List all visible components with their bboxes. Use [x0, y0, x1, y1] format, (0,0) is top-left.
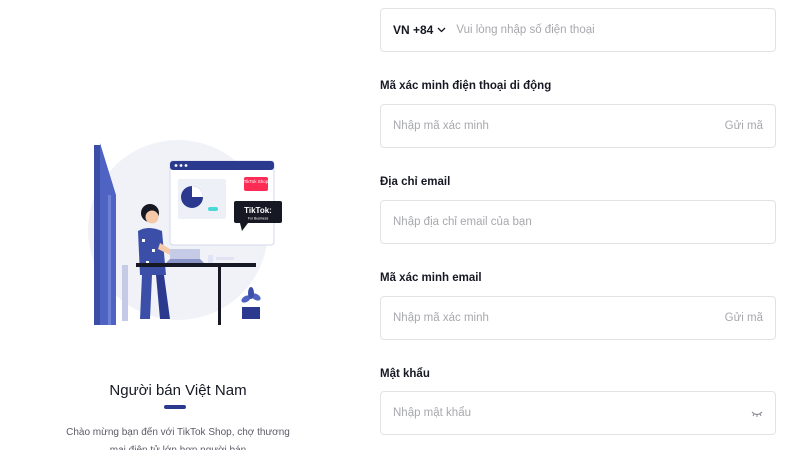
send-phone-code-button[interactable]: Gửi mã [725, 120, 763, 132]
seller-description: Chào mừng bạn đến với TikTok Shop, chợ t… [66, 427, 290, 450]
password-input[interactable]: Nhập mật khẩu [380, 391, 776, 435]
password-label: Mật khẩu [380, 368, 430, 380]
email-code-label: Mã xác minh email [380, 272, 482, 284]
phone-code-label: Mã xác minh điện thoại di động [380, 80, 552, 92]
tiktok-shop-badge: TikTok Shop [244, 177, 269, 191]
phone-input[interactable]: VN +84 Vui lòng nhập số điện thoại [380, 8, 776, 52]
email-input[interactable]: Nhập địa chỉ email của bạn [380, 200, 776, 244]
email-label: Địa chỉ email [380, 176, 451, 188]
email-code-input[interactable]: Nhập mã xác minh Gửi mã [380, 296, 776, 340]
seller-illustration: TikTok Shop TikTok: For Business [88, 140, 282, 325]
country-code-select[interactable]: VN +84 [393, 23, 433, 37]
phone-code-input[interactable]: Nhập mã xác minh Gửi mã [380, 104, 776, 148]
chevron-down-icon[interactable] [437, 20, 446, 38]
phone-code-placeholder: Nhập mã xác minh [393, 120, 489, 132]
svg-text:For Business: For Business [248, 217, 269, 221]
phone-placeholder: Vui lòng nhập số điện thoại [456, 24, 595, 36]
eye-closed-icon[interactable] [751, 404, 763, 422]
svg-text:TikTok:: TikTok: [244, 206, 272, 215]
email-placeholder: Nhập địa chỉ email của bạn [393, 216, 532, 228]
email-code-placeholder: Nhập mã xác minh [393, 312, 489, 324]
send-email-code-button[interactable]: Gửi mã [725, 312, 763, 324]
title-underline [164, 405, 186, 409]
svg-text:TikTok Shop: TikTok Shop [244, 179, 269, 184]
password-placeholder: Nhập mật khẩu [393, 407, 471, 419]
seller-title: Người bán Việt Nam [109, 382, 247, 399]
